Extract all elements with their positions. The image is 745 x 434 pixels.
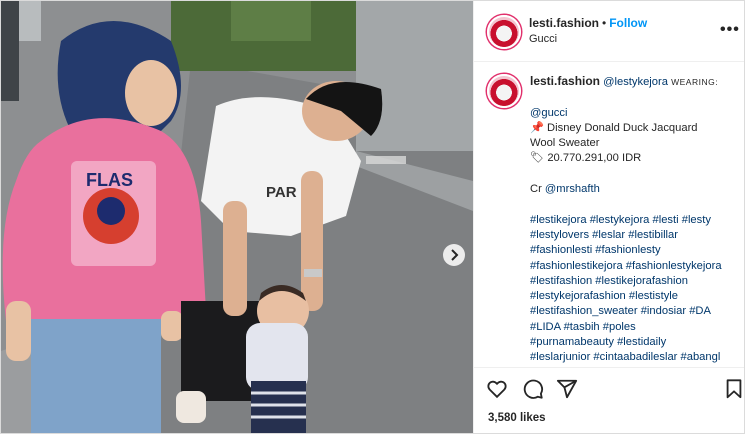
caption-credit-user[interactable]: @mrshafth bbox=[545, 183, 600, 195]
post-photo[interactable]: FLAS PAR bbox=[1, 1, 473, 433]
caption-hashtags[interactable]: #purnamabeauty #lestidaily bbox=[530, 335, 730, 350]
caption-avatar[interactable] bbox=[487, 74, 521, 108]
bookmark-icon[interactable] bbox=[724, 378, 744, 400]
caption-price: 20.770.291,00 IDR bbox=[547, 152, 642, 165]
caption-credit-prefix: Cr bbox=[530, 183, 542, 196]
caption-hashtags[interactable]: #lestykejorafashion #lestistyle bbox=[530, 289, 730, 304]
caption-brand[interactable]: @gucci bbox=[530, 106, 730, 121]
caption-hashtags[interactable]: #fashionlestikejora #fashionlestykejora bbox=[530, 259, 730, 274]
post-side-panel: lesti.fashion • Follow Gucci ••• lesti.fas… bbox=[473, 1, 744, 433]
comment-icon[interactable] bbox=[522, 378, 544, 400]
next-photo-button[interactable] bbox=[443, 244, 465, 266]
likes-count[interactable]: 3,580 likes bbox=[488, 412, 546, 424]
caption-username[interactable]: lesti.fashion bbox=[530, 74, 600, 88]
post-location[interactable]: Gucci bbox=[529, 33, 557, 45]
caption-text: lesti.fashion @lestykejora WEARING: @guc… bbox=[530, 74, 730, 366]
caption-first-line: lesti.fashion @lestykejora WEARING: bbox=[530, 74, 730, 90]
post-actions-bar: 3,580 likes bbox=[474, 367, 744, 433]
header-separator: • bbox=[602, 16, 607, 30]
follow-button[interactable]: Follow bbox=[609, 16, 647, 30]
caption-hashtags[interactable]: #lestikejora #lestykejora #lesti #lesty bbox=[530, 213, 730, 228]
svg-text:FLAS: FLAS bbox=[86, 170, 133, 190]
post-caption: lesti.fashion @lestykejora WEARING: @guc… bbox=[474, 62, 744, 367]
caption-credit-line: Cr @mrshafth bbox=[530, 182, 730, 197]
caption-hashtags[interactable]: #leslarjunior #cintaabadileslar #abangl bbox=[530, 350, 730, 365]
profile-avatar[interactable] bbox=[487, 15, 521, 49]
price-tag-icon: 🏷 bbox=[530, 152, 545, 165]
caption-hashtags[interactable]: #fashionlesti #fashionlesty bbox=[530, 243, 730, 258]
caption-mention[interactable]: @lestykejora bbox=[603, 76, 668, 88]
caption-price-line: 🏷 20.770.291,00 IDR bbox=[530, 151, 730, 166]
header-username[interactable]: lesti.fashion bbox=[529, 16, 599, 30]
caption-wearing: WEARING: bbox=[671, 77, 719, 87]
caption-hashtags[interactable]: #lestifashion #lestikejorafashion bbox=[530, 274, 730, 289]
caption-item-line-2: Wool Sweater bbox=[530, 137, 600, 150]
chevron-right-icon bbox=[451, 249, 459, 261]
photo-illustration: FLAS PAR bbox=[1, 1, 473, 433]
caption-item-line-1: 📌 Disney Donald Duck Jacquard bbox=[530, 121, 730, 136]
pin-icon: 📌 bbox=[530, 121, 544, 134]
share-icon[interactable] bbox=[556, 378, 578, 400]
caption-hashtags[interactable]: #LIDA #tasbih #poles bbox=[530, 320, 730, 335]
caption-hashtags[interactable]: #lestylovers #leslar #lestibillar bbox=[530, 228, 730, 243]
post-header: lesti.fashion • Follow Gucci ••• bbox=[474, 1, 744, 62]
svg-text:PAR: PAR bbox=[266, 184, 297, 201]
more-options-icon[interactable]: ••• bbox=[720, 21, 740, 39]
caption-hashtags[interactable]: #lestifashion_sweater #indosiar #DA bbox=[530, 304, 730, 319]
caption-item-name: Disney Donald Duck Jacquard bbox=[547, 121, 698, 134]
heart-icon[interactable] bbox=[486, 378, 508, 400]
instagram-post-modal: FLAS PAR lesti.fashion • Follow Gucci ••… bbox=[0, 0, 745, 434]
header-user-row: lesti.fashion • Follow bbox=[529, 16, 647, 30]
